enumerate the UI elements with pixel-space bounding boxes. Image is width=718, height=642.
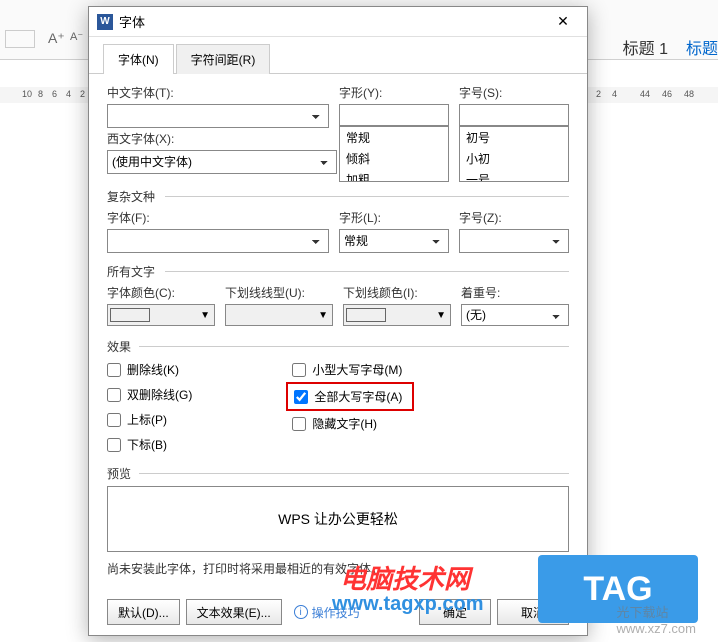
latin-font-label: 西文字体(X): xyxy=(107,130,337,147)
emphasis-select[interactable]: (无) xyxy=(461,304,569,326)
font-dialog: W 字体 ✕ 字体(N) 字符间距(R) 中文字体(T): 字形(Y): 常规 … xyxy=(88,6,588,636)
underline-color-combo[interactable]: ▼ xyxy=(343,304,451,326)
font-color-label: 字体颜色(C): xyxy=(107,284,215,301)
font-size-combo-bg[interactable] xyxy=(5,30,35,48)
complex-size-label: 字号(Z): xyxy=(459,209,569,226)
complex-style-label: 字形(L): xyxy=(339,209,449,226)
font-style-input[interactable] xyxy=(339,104,449,126)
strike-checkbox[interactable]: 删除线(K) xyxy=(107,361,192,378)
default-button[interactable]: 默认(D)... xyxy=(107,599,180,625)
font-size-label: 字号(S): xyxy=(459,84,569,101)
effects-section-label: 效果 xyxy=(107,338,569,355)
info-icon: i xyxy=(294,605,308,619)
complex-font-select[interactable] xyxy=(107,229,329,253)
list-item[interactable]: 倾斜 xyxy=(340,148,448,169)
font-hint-text: 尚未安装此字体，打印时将采用最相近的有效字体。 xyxy=(107,560,569,577)
watermark-sitename: 电脑技术网 xyxy=(340,559,470,596)
watermark-site2: 光下载站 www.xz7.com xyxy=(617,602,696,636)
decrease-font-icon[interactable]: A⁻ xyxy=(70,30,83,43)
complex-size-select[interactable] xyxy=(459,229,569,253)
tab-font[interactable]: 字体(N) xyxy=(103,44,174,74)
tab-spacing[interactable]: 字符间距(R) xyxy=(176,44,271,74)
list-item[interactable]: 小初 xyxy=(460,148,568,169)
emphasis-label: 着重号: xyxy=(461,284,569,301)
preview-text: WPS 让办公更轻松 xyxy=(278,509,398,529)
hidden-checkbox[interactable]: 隐藏文字(H) xyxy=(292,415,404,432)
font-style-label: 字形(Y): xyxy=(339,84,449,101)
double-strike-checkbox[interactable]: 双删除线(G) xyxy=(107,386,192,403)
superscript-checkbox[interactable]: 上标(P) xyxy=(107,411,192,428)
list-item[interactable]: 常规 xyxy=(340,127,448,148)
allcaps-checkbox[interactable]: 全部大写字母(A) xyxy=(294,388,402,405)
dialog-titlebar[interactable]: W 字体 ✕ xyxy=(89,7,587,37)
close-button[interactable]: ✕ xyxy=(547,8,579,36)
dialog-tabs: 字体(N) 字符间距(R) xyxy=(89,39,587,74)
font-color-combo[interactable]: ▼ xyxy=(107,304,215,326)
underline-style-label: 下划线线型(U): xyxy=(225,284,333,301)
highlight-annotation: 全部大写字母(A) xyxy=(286,382,414,411)
font-size-listbox[interactable]: 初号 小初 一号 xyxy=(459,126,569,182)
list-item[interactable]: 一号 xyxy=(460,169,568,182)
wps-word-icon: W xyxy=(97,14,113,30)
complex-font-label: 字体(F): xyxy=(107,209,329,226)
chinese-font-label: 中文字体(T): xyxy=(107,84,329,101)
complex-style-select[interactable]: 常规 xyxy=(339,229,449,253)
preview-section-label: 预览 xyxy=(107,465,569,482)
list-item[interactable]: 初号 xyxy=(460,127,568,148)
text-effect-button[interactable]: 文本效果(E)... xyxy=(186,599,282,625)
increase-font-icon[interactable]: A⁺ xyxy=(48,30,65,47)
smallcaps-checkbox[interactable]: 小型大写字母(M) xyxy=(292,361,404,378)
heading-style-link[interactable]: 标题 xyxy=(686,35,718,59)
watermark-url: www.tagxp.com xyxy=(332,593,484,616)
preview-box: WPS 让办公更轻松 xyxy=(107,486,569,552)
alltext-section-label: 所有文字 xyxy=(107,263,569,280)
list-item[interactable]: 加粗 xyxy=(340,169,448,182)
dialog-title: 字体 xyxy=(119,12,547,31)
latin-font-select[interactable]: (使用中文字体) xyxy=(107,150,337,174)
chinese-font-select[interactable] xyxy=(107,104,329,128)
underline-style-combo[interactable]: ▼ xyxy=(225,304,333,326)
font-size-input[interactable] xyxy=(459,104,569,126)
complex-section-label: 复杂文种 xyxy=(107,188,569,205)
font-style-listbox[interactable]: 常规 倾斜 加粗 xyxy=(339,126,449,182)
heading-1-style[interactable]: 标题 1 xyxy=(623,35,668,59)
underline-color-label: 下划线颜色(I): xyxy=(343,284,451,301)
subscript-checkbox[interactable]: 下标(B) xyxy=(107,436,192,453)
